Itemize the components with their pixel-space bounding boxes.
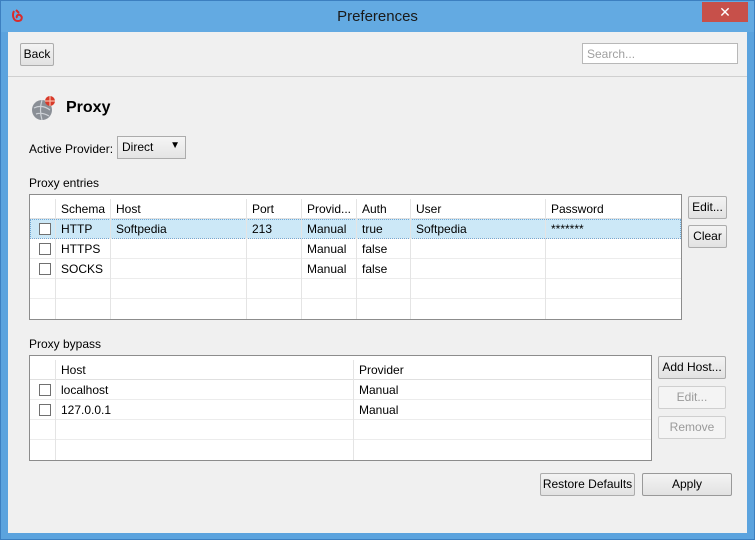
edit-host-button[interactable]: Edit...	[658, 386, 726, 409]
edit-entry-button[interactable]: Edit...	[688, 196, 727, 219]
cell-provider: Manual	[302, 259, 357, 279]
proxy-entries-label: Proxy entries	[29, 176, 100, 190]
cell-password: *******	[551, 222, 584, 236]
clear-entry-button[interactable]: Clear	[688, 225, 727, 248]
proxy-globe-icon	[32, 96, 55, 121]
cell-password	[546, 259, 681, 279]
column-header[interactable]: Schema	[56, 199, 111, 219]
search-input[interactable]: Search...	[582, 43, 738, 64]
column-header[interactable]: Password	[546, 199, 681, 219]
empty-row	[30, 279, 681, 299]
row-checkbox[interactable]	[39, 404, 51, 416]
cell-user	[411, 239, 546, 259]
column-header[interactable]: Host	[56, 360, 354, 380]
cell-auth: false	[357, 259, 411, 279]
header-checkbox-column	[30, 199, 56, 219]
cell-auth: true	[357, 219, 411, 239]
apply-button[interactable]: Apply	[642, 473, 732, 496]
client-area: Back Search... Proxy Active Provider: Di…	[8, 32, 747, 533]
cell-provider: Manual	[359, 383, 399, 397]
cell-provider: Manual	[302, 239, 357, 259]
column-header[interactable]: Port	[247, 199, 302, 219]
table-header: Host Provider	[30, 360, 651, 380]
cell-port: 213	[247, 219, 302, 239]
active-provider-select[interactable]: Direct ▼	[117, 136, 186, 159]
cell-host: localhost	[56, 380, 354, 400]
row-checkbox[interactable]	[39, 223, 51, 235]
table-row[interactable]: SOCKS Manual false	[30, 259, 681, 279]
row-checkbox[interactable]	[39, 263, 51, 275]
restore-defaults-button[interactable]: Restore Defaults	[540, 473, 635, 496]
cell-schema: HTTP	[56, 219, 111, 239]
column-header[interactable]: Provider	[354, 360, 651, 380]
row-checkbox[interactable]	[39, 243, 51, 255]
empty-row	[30, 440, 651, 460]
cell-provider: Manual	[359, 403, 399, 417]
cell-port	[247, 239, 302, 259]
chevron-down-icon: ▼	[170, 140, 180, 151]
proxy-bypass-label: Proxy bypass	[29, 337, 102, 351]
proxy-panel: Proxy Active Provider: Direct ▼ Proxy en…	[8, 78, 747, 533]
cell-auth: false	[357, 239, 411, 259]
remove-host-button[interactable]: Remove	[658, 416, 726, 439]
proxy-bypass-table[interactable]: Host Provider localhost Manual 127.0.0.1…	[29, 355, 652, 461]
row-checkbox[interactable]	[39, 384, 51, 396]
empty-row	[30, 420, 651, 440]
empty-row	[30, 299, 681, 319]
cell-host: Softpedia	[111, 219, 247, 239]
column-header[interactable]: Auth	[357, 199, 411, 219]
cell-schema: SOCKS	[56, 259, 111, 279]
cell-host	[111, 259, 247, 279]
active-provider-label: Active Provider:	[29, 142, 114, 156]
cell-host	[111, 239, 247, 259]
add-host-button[interactable]: Add Host...	[658, 356, 726, 379]
table-row[interactable]: HTTP Softpedia 213 Manual true Softpedia…	[30, 219, 681, 239]
active-provider-value: Direct	[122, 140, 154, 154]
cell-password	[546, 239, 681, 259]
close-button[interactable]: ✕	[702, 2, 748, 22]
column-header[interactable]: Provid...	[302, 199, 357, 219]
table-row[interactable]: 127.0.0.1 Manual	[30, 400, 651, 420]
table-header: Schema Host Port Provid... Auth User Pas…	[30, 199, 681, 219]
title-bar[interactable]: Preferences ✕	[1, 1, 754, 32]
header-checkbox-column	[30, 360, 56, 380]
proxy-entries-table[interactable]: Schema Host Port Provid... Auth User Pas…	[29, 194, 682, 320]
back-button[interactable]: Back	[20, 43, 54, 66]
cell-user: Softpedia	[411, 219, 546, 239]
toolbar: Back Search...	[8, 32, 747, 77]
cell-schema: HTTPS	[56, 239, 111, 259]
cell-port	[247, 259, 302, 279]
cell-user	[411, 259, 546, 279]
column-header[interactable]: Host	[111, 199, 247, 219]
table-row[interactable]: localhost Manual	[30, 380, 651, 400]
table-row[interactable]: HTTPS Manual false	[30, 239, 681, 259]
column-header[interactable]: User	[411, 199, 546, 219]
cell-host: 127.0.0.1	[56, 400, 354, 420]
preferences-window: Preferences ✕ Back Search... Proxy Activ…	[0, 0, 755, 540]
page-title: Proxy	[66, 99, 111, 116]
cell-provider: Manual	[302, 219, 357, 239]
window-title: Preferences	[337, 8, 418, 25]
